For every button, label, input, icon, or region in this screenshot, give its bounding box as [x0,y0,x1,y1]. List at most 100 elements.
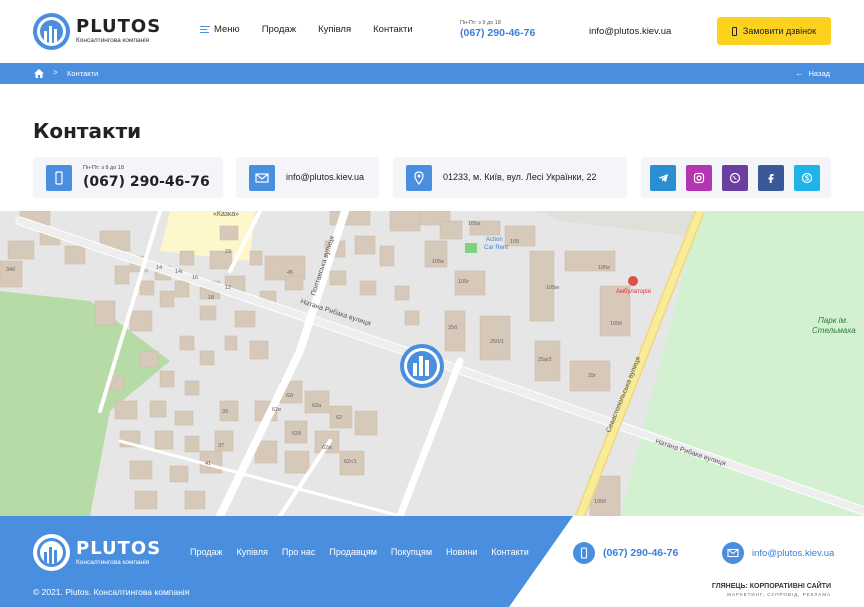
email-card: info@plutos.kiev.ua [236,157,379,198]
footer: PLUTOS Консалтингова компанія Продаж Куп… [0,516,864,607]
svg-text:12: 12 [225,285,231,291]
label-ambulatory: Амбулаторія [616,289,651,295]
developer-title: ГЛЯНЕЦЬ: КОРПОРАТИВНІ САЙТИ [711,583,831,590]
menu-button[interactable]: Меню [200,24,240,35]
svg-text:105е: 105е [432,259,444,265]
svg-text:25г: 25г [588,373,596,379]
arrow-left-icon: ← [795,69,804,78]
home-icon[interactable] [34,69,44,78]
svg-text:45: 45 [287,270,293,276]
footer-nav-buyers[interactable]: Покупцям [391,547,432,557]
breadcrumb-current: Контакти [67,69,99,78]
footer-logo[interactable]: PLUTOS Консалтингова компанія [33,534,161,571]
breadcrumb-separator: > [53,68,58,77]
menu-icon [200,26,210,33]
svg-text:18: 18 [208,295,214,301]
map-canvas: «Казка» Парк ім. Стельмаха Action Car Re… [0,211,864,516]
svg-text:23: 23 [225,249,231,255]
footer-nav-sale[interactable]: Продаж [190,547,223,557]
order-call-button[interactable]: Замовити дзвінок [717,17,831,45]
svg-text:105б: 105б [610,321,622,327]
footer-nav-sellers[interactable]: Продавцям [329,547,377,557]
card-phone-link[interactable]: (067) 290-46-76 [83,174,210,190]
copyright: © 2021. Plutos. Консалтингова компанія [33,587,190,597]
svg-text:62: 62 [336,415,342,421]
header-phone-link[interactable]: (067) 290-46-76 [460,27,535,39]
viber-icon[interactable] [722,165,748,191]
location-pin-icon [406,165,432,191]
footer-logo-icon [33,534,70,571]
label-car-rent: Car Rent [484,245,508,251]
skype-icon[interactable] [794,165,820,191]
brand-tagline: Консалтингова компанія [76,37,150,44]
brand-name: PLUTOS [76,16,162,37]
svg-text:62в: 62в [272,407,281,413]
logo[interactable]: PLUTOS Консалтингова компанія [33,12,161,50]
footer-nav-contacts[interactable]: Контакти [491,547,528,557]
back-label: Назад [808,69,831,78]
svg-text:62г/1: 62г/1 [344,459,357,465]
label-park-2: Стельмаха [812,326,856,335]
svg-text:14г: 14г [175,269,183,275]
footer-phone[interactable]: (067) 290-46-76 [573,542,678,564]
svg-text:37: 37 [218,443,224,449]
svg-text:62г: 62г [286,393,294,399]
svg-text:62а: 62а [312,403,322,409]
footer-nav-about[interactable]: Про нас [282,547,315,557]
svg-text:62б: 62б [292,431,301,437]
svg-text:105е: 105е [598,265,610,271]
footer-phone-icon [573,542,595,564]
header-phone-block: Пн-Пт: з 9 до 18 (067) 290-46-76 [460,20,535,39]
location-map[interactable]: «Казка» Парк ім. Стельмаха Action Car Re… [0,211,864,516]
footer-email[interactable]: info@plutos.kiev.ua [722,542,834,564]
footer-envelope-icon [722,542,744,564]
card-email-link[interactable]: info@plutos.kiev.ua [286,172,364,182]
developer-credit[interactable]: ГЛЯНЕЦЬ: КОРПОРАТИВНІ САЙТИ МАРКЕТИНГ, С… [712,583,831,597]
nav-sale[interactable]: Продаж [262,24,296,35]
facebook-icon[interactable] [758,165,784,191]
svg-text:16: 16 [192,275,198,281]
card-hours: Пн-Пт: з 9 до 18 [83,165,124,171]
page-title: Контакти [33,119,142,143]
breadcrumb: > Контакти ← Назад [0,63,864,84]
footer-email-address: info@plutos.kiev.ua [752,547,835,559]
footer-phone-number: (067) 290-46-76 [603,547,679,559]
label-sevastopol: Севастопольська вулиця [605,356,642,434]
svg-text:41: 41 [205,461,211,467]
svg-text:25б/1: 25б/1 [490,339,504,345]
order-call-label: Замовити дзвінок [742,26,817,36]
nav-contacts[interactable]: Контакти [373,24,413,35]
logo-icon [33,12,70,50]
svg-text:34б: 34б [6,267,15,273]
svg-text:39: 39 [222,409,228,415]
ambulatory-marker [628,276,638,286]
car-rent-marker [465,243,477,253]
footer-brand-tagline: Консалтингова компанія [76,558,150,566]
social-card [641,157,831,198]
mobile-icon [46,165,72,191]
label-park: Парк ім. [818,316,848,325]
svg-text:14: 14 [156,265,162,271]
nav-purchase[interactable]: Купівля [318,24,351,35]
svg-text:105м: 105м [546,285,559,291]
footer-nav-news[interactable]: Новини [446,547,477,557]
header-email-link[interactable]: info@plutos.kiev.ua [589,26,671,37]
svg-text:105г: 105г [458,279,469,285]
label-action: Action [486,237,503,243]
footer-nav-purchase[interactable]: Купівля [237,547,268,557]
svg-text:105: 105 [510,239,519,245]
back-link[interactable]: ← Назад [796,69,831,78]
footer-brand-name: PLUTOS [76,537,162,559]
phone-icon [731,26,737,36]
svg-text:25б: 25б [448,325,457,331]
footer-nav: Продаж Купівля Про нас Продавцям Покупця… [190,547,543,557]
lot-area [540,211,700,236]
work-hours: Пн-Пт: з 9 до 18 [460,20,501,26]
svg-text:25в/2: 25в/2 [538,357,552,363]
svg-text:105б: 105б [594,499,606,505]
svg-text:105а: 105а [468,221,481,227]
office-map-marker [400,344,444,388]
instagram-icon[interactable] [686,165,712,191]
main-nav: Меню Продаж Купівля Контакти [200,24,435,35]
telegram-icon[interactable] [650,165,676,191]
